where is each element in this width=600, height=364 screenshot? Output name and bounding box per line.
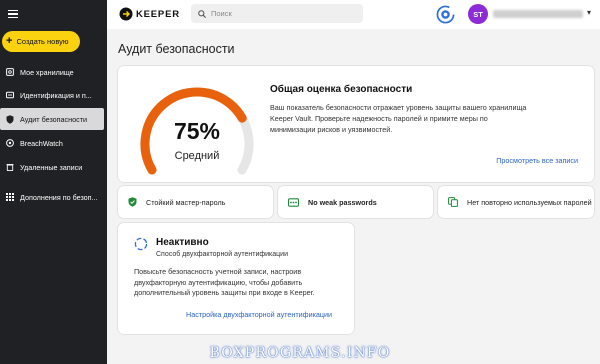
score-title: Общая оценка безопасности [270, 84, 413, 95]
keeper-logo[interactable]: KEEPER [119, 7, 180, 21]
sidebar-item-label: Дополнения по безоп... [20, 192, 98, 202]
watermark: BOXPROGRAMS.INFO [209, 345, 391, 361]
sidebar-item-label: Аудит безопасности [20, 114, 88, 124]
sidebar-item-deleted-records[interactable]: Удаленные записи [0, 156, 104, 178]
setup-two-factor-link[interactable]: Настройка двухфакторной аутентификации [186, 310, 332, 319]
two-factor-card: Неактивно Способ двухфакторной аутентифи… [118, 223, 354, 334]
sidebar-item-identity[interactable]: Идентификация и п... [0, 84, 104, 106]
two-factor-subtitle: Способ двухфакторной аутентификации [156, 251, 288, 258]
check-label: Стойкий мастер-пароль [146, 197, 226, 207]
view-all-records-link[interactable]: Просмотреть все записи [496, 156, 578, 165]
sidebar-item-label: BreachWatch [20, 138, 63, 148]
plus-icon: + [6, 35, 13, 47]
breachwatch-icon [6, 139, 14, 147]
check-reused-passwords: Нет повторно используемых паролей [438, 186, 594, 218]
search-input[interactable] [211, 9, 351, 18]
user-email-redacted[interactable] [493, 10, 583, 18]
score-level: Средний [174, 150, 220, 162]
two-factor-icon [134, 237, 148, 251]
two-factor-description: Повысьте безопасность учетной записи, на… [134, 267, 315, 297]
sidebar-item-my-vault[interactable]: Мое хранилище [0, 61, 104, 83]
score-percent: 75% [173, 118, 221, 144]
sidebar-item-security-audit[interactable]: Аудит безопасности [0, 108, 104, 130]
check-master-password: Стойкий мастер-пароль [118, 186, 273, 218]
search-box[interactable] [191, 4, 363, 23]
sidebar-item-label: Мое хранилище [20, 67, 74, 77]
security-score-card: 75% Средний Общая оценка безопасности Ва… [118, 66, 594, 182]
shield-check-icon [128, 197, 137, 207]
sidebar: + Создать новую Мое хранилище Идентифика… [0, 0, 107, 364]
keeper-logo-icon [119, 7, 133, 21]
sidebar-item-security-addons[interactable]: Дополнения по безоп... [0, 186, 104, 208]
score-description: Ваш показатель безопасности отражает уро… [270, 103, 527, 134]
avatar[interactable]: ST [468, 4, 488, 24]
id-card-icon [6, 91, 14, 99]
menu-icon[interactable] [8, 10, 18, 19]
sync-status-icon[interactable] [436, 5, 455, 24]
sidebar-item-label: Удаленные записи [20, 162, 83, 172]
search-icon [198, 9, 206, 18]
top-bar: KEEPER ST ▾ [107, 0, 600, 29]
shield-icon [6, 114, 14, 124]
logo-text: KEEPER [136, 8, 180, 20]
page-title: Аудит безопасности [118, 42, 235, 56]
password-icon [288, 197, 299, 207]
chevron-down-icon[interactable]: ▾ [587, 8, 591, 17]
check-label: No weak passwords [308, 197, 377, 207]
sidebar-item-label: Идентификация и п... [20, 90, 92, 100]
vault-icon [6, 68, 14, 76]
check-label: Нет повторно используемых паролей [467, 197, 592, 207]
grid-icon [6, 193, 14, 201]
trash-icon [6, 163, 14, 171]
sidebar-item-breachwatch[interactable]: BreachWatch [0, 132, 104, 154]
create-new-label: Создать новую [16, 37, 69, 46]
check-weak-passwords: No weak passwords [278, 186, 433, 218]
create-new-button[interactable]: + Создать новую [2, 31, 80, 52]
copy-icon [448, 197, 458, 207]
two-factor-status: Неактивно [156, 237, 209, 248]
